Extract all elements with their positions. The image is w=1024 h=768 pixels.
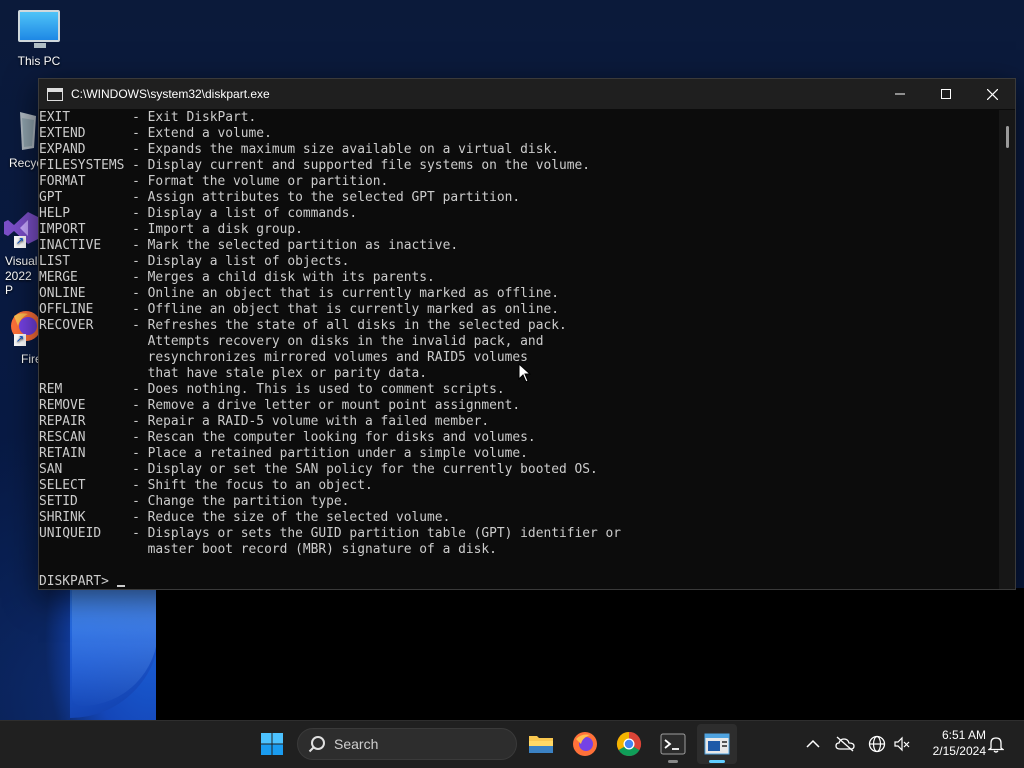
console-line: UNIQUEID - Displays or sets the GUID par…: [39, 526, 622, 541]
this-pc-icon: [18, 10, 60, 48]
console-line: SELECT - Shift the focus to an object.: [39, 478, 373, 493]
file-explorer-icon: [529, 736, 553, 753]
onedrive-tray-button[interactable]: [835, 734, 855, 754]
console-line: REPAIR - Repair a RAID-5 volume with a f…: [39, 414, 490, 429]
console-prompt-line[interactable]: DISKPART>: [39, 574, 999, 589]
shortcut-arrow-icon: ↗: [14, 236, 26, 248]
text-cursor: [116, 585, 125, 587]
console-app-icon: [47, 87, 63, 101]
taskbar-file-explorer[interactable]: [521, 724, 561, 764]
console-line: REM - Does nothing. This is used to comm…: [39, 382, 505, 397]
language-globe-icon: [868, 735, 886, 753]
notifications-button[interactable]: [986, 734, 1006, 754]
onedrive-offline-icon: [835, 736, 855, 752]
console-line: RETAIN - Place a retained partition unde…: [39, 446, 528, 461]
console-line: Attempts recovery on disks in the invali…: [39, 334, 544, 349]
desktop-icon-label-line2: 2022 P: [5, 269, 32, 297]
active-indicator: [709, 760, 725, 763]
search-placeholder: Search: [334, 736, 379, 752]
console-line: master boot record (MBR) signature of a …: [39, 542, 497, 557]
taskbar-terminal[interactable]: [653, 724, 693, 764]
minimize-icon: [895, 93, 905, 95]
clock-time: 6:51 AM: [941, 728, 986, 742]
recycle-bin-icon: [20, 112, 36, 150]
maximize-icon: [941, 89, 951, 99]
start-icon: [261, 733, 283, 755]
console-line: SETID - Change the partition type.: [39, 494, 350, 509]
close-button[interactable]: [969, 79, 1015, 109]
console-line: OFFLINE - Offline an object that is curr…: [39, 302, 559, 317]
taskbar-clock[interactable]: 6:51 AM 2/15/2024: [918, 727, 986, 759]
show-hidden-icons-button[interactable]: [803, 734, 823, 754]
terminal-icon: [660, 733, 686, 755]
console-line: HELP - Display a list of commands.: [39, 206, 358, 221]
console-line: EXPAND - Expands the maximum size availa…: [39, 142, 559, 157]
mouse-pointer-icon: [518, 363, 532, 383]
vertical-scrollbar[interactable]: [999, 110, 1015, 589]
notification-bell-icon: [988, 737, 1004, 753]
console-output[interactable]: EXIT - Exit DiskPart. EXTEND - Extend a v…: [39, 110, 999, 589]
window-titlebar[interactable]: C:\WINDOWS\system32\diskpart.exe: [39, 79, 1015, 109]
language-tray-button[interactable]: [867, 734, 887, 754]
network-sound-icon: [894, 736, 910, 752]
diskpart-window[interactable]: C:\WINDOWS\system32\diskpart.exe EXIT - …: [38, 78, 1016, 590]
console-line: SHRINK - Reduce the size of the selected…: [39, 510, 451, 525]
desktop-icon-visual-studio[interactable]: ↗ Visual 2022 P: [0, 208, 40, 297]
desktop-icon-this-pc[interactable]: This PC: [3, 10, 75, 68]
console-text: EXIT - Exit DiskPart. EXTEND - Extend a v…: [39, 110, 999, 574]
desktop-icon-recycle-bin[interactable]: Recyc: [0, 108, 42, 172]
console-line: ONLINE - Online an object that is curren…: [39, 286, 559, 301]
clock-date: 2/15/2024: [932, 744, 986, 758]
console-line: MERGE - Merges a child disk with its par…: [39, 270, 435, 285]
console-line: RECOVER - Refreshes the state of all dis…: [39, 318, 567, 333]
console-line: RESCAN - Rescan the computer looking for…: [39, 430, 536, 445]
minimize-button[interactable]: [877, 79, 923, 109]
maximize-button[interactable]: [923, 79, 969, 109]
console-line: SAN - Display or set the SAN policy for …: [39, 462, 598, 477]
firefox-icon: [573, 732, 597, 756]
search-icon: [308, 736, 325, 753]
taskbar-diskpart[interactable]: [697, 724, 737, 764]
console-line: EXIT - Exit DiskPart.: [39, 110, 257, 125]
window-title: C:\WINDOWS\system32\diskpart.exe: [71, 87, 270, 101]
close-icon: [986, 88, 998, 100]
chevron-up-icon: [806, 739, 820, 748]
console-line: INACTIVE - Mark the selected partition a…: [39, 238, 459, 253]
desktop-icon-label: This PC: [17, 54, 61, 68]
console-line: FORMAT - Format the volume or partition.: [39, 174, 389, 189]
running-indicator: [668, 760, 678, 763]
console-line: IMPORT - Import a disk group.: [39, 222, 303, 237]
console-line: LIST - Display a list of objects.: [39, 254, 350, 269]
console-line: REMOVE - Remove a drive letter or mount …: [39, 398, 521, 413]
shortcut-arrow-icon: ↗: [14, 334, 26, 346]
console-line: FILESYSTEMS - Display current and suppor…: [39, 158, 591, 173]
desktop-icon-label: Visual: [5, 254, 38, 268]
taskbar-search-box[interactable]: Search: [297, 728, 517, 760]
taskbar-chrome[interactable]: [609, 724, 649, 764]
console-line: GPT - Assign attributes to the selected …: [39, 190, 521, 205]
diskpart-console-icon: [704, 733, 730, 755]
console-prompt: DISKPART>: [39, 574, 117, 589]
network-sound-tray-button[interactable]: [892, 734, 912, 754]
taskbar-firefox[interactable]: [565, 724, 605, 764]
chrome-icon: [616, 732, 642, 757]
desktop-icon-firefox[interactable]: ↗ Fire: [0, 306, 42, 370]
scrollbar-thumb[interactable]: [1006, 126, 1009, 148]
start-button[interactable]: [252, 724, 292, 764]
desktop-dark-area: [156, 588, 1024, 720]
console-line: EXTEND - Extend a volume.: [39, 126, 272, 141]
